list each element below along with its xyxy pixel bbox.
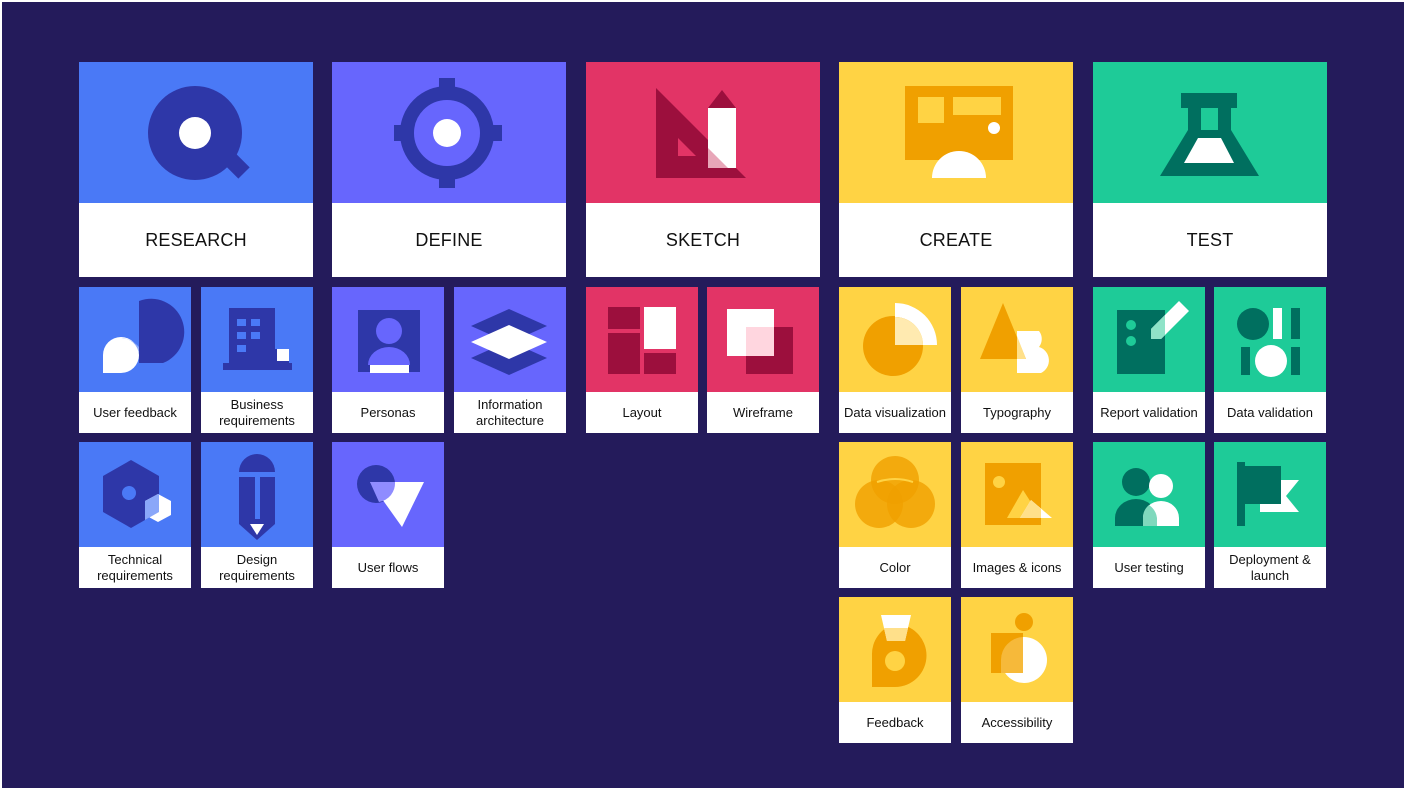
test-user-testing-tile[interactable]: User testing xyxy=(1093,442,1205,588)
building-icon xyxy=(223,308,292,370)
test-report-validation-tile[interactable]: Report validation xyxy=(1093,287,1205,433)
research-design-requirements-tile[interactable]: Design requirements xyxy=(201,442,313,588)
flow-shapes-icon xyxy=(357,465,424,527)
create-data-visualization-tile[interactable]: Data visualization xyxy=(839,287,951,433)
flask-icon xyxy=(1160,93,1259,176)
tile-label: Business requirements xyxy=(201,392,313,433)
stage-label: DEFINE xyxy=(332,203,566,277)
image-icon xyxy=(985,463,1052,525)
letter-shapes-icon xyxy=(980,303,1049,373)
tile-label: User feedback xyxy=(79,392,191,433)
tile-label: Design requirements xyxy=(201,547,313,588)
stage-sketch-tile[interactable]: SKETCH xyxy=(586,62,820,277)
research-user-feedback-tile[interactable]: User feedback xyxy=(79,287,191,433)
feedback-shape-icon xyxy=(871,615,927,687)
create-accessibility-tile[interactable]: Accessibility xyxy=(961,597,1073,743)
tile-label: Data validation xyxy=(1214,392,1326,433)
chat-bubbles-icon xyxy=(103,298,185,373)
app-background: RESEARCH DEFINE SKETCH CREATE TEST User … xyxy=(2,2,1404,788)
color-circles-icon xyxy=(855,456,935,528)
hexagon-icon xyxy=(103,460,171,528)
stage-test-tile[interactable]: TEST xyxy=(1093,62,1327,277)
define-user-flows-tile[interactable]: User flows xyxy=(332,442,444,588)
pencil-icon xyxy=(239,454,275,540)
magnifier-icon xyxy=(148,86,250,180)
sketch-wireframe-tile[interactable]: Wireframe xyxy=(707,287,819,433)
tile-label: Color xyxy=(839,547,951,588)
stage-label: SKETCH xyxy=(586,203,820,277)
create-images-icons-tile[interactable]: Images & icons xyxy=(961,442,1073,588)
tile-label: User testing xyxy=(1093,547,1205,588)
ruler-pencil-icon xyxy=(656,88,746,178)
define-information-architecture-tile[interactable]: Information architecture xyxy=(454,287,566,433)
tile-label: Layout xyxy=(586,392,698,433)
flag-icon xyxy=(1237,462,1299,526)
tile-label: Wireframe xyxy=(707,392,819,433)
overlapping-squares-icon xyxy=(727,309,793,374)
accessibility-icon xyxy=(991,613,1047,683)
stage-label: CREATE xyxy=(839,203,1073,277)
tile-label: Typography xyxy=(961,392,1073,433)
sketch-layout-tile[interactable]: Layout xyxy=(586,287,698,433)
layout-grid-icon xyxy=(608,307,676,374)
tile-label: Information architecture xyxy=(454,392,566,433)
research-business-requirements-tile[interactable]: Business requirements xyxy=(201,287,313,433)
report-check-icon xyxy=(1117,301,1189,374)
tile-label: Data visualization xyxy=(839,392,951,433)
users-icon xyxy=(1115,468,1179,526)
stage-label: RESEARCH xyxy=(79,203,313,277)
tile-label: Technical requirements xyxy=(79,547,191,588)
stage-define-tile[interactable]: DEFINE xyxy=(332,62,566,277)
presentation-board-icon xyxy=(905,86,1013,178)
tile-label: Deployment & launch xyxy=(1214,547,1326,588)
test-deployment-launch-tile[interactable]: Deployment & launch xyxy=(1214,442,1326,588)
stage-research-tile[interactable]: RESEARCH xyxy=(79,62,313,277)
tile-label: Images & icons xyxy=(961,547,1073,588)
define-personas-tile[interactable]: Personas xyxy=(332,287,444,433)
tile-label: Accessibility xyxy=(961,702,1073,743)
tile-label: Personas xyxy=(332,392,444,433)
create-typography-tile[interactable]: Typography xyxy=(961,287,1073,433)
tile-label: User flows xyxy=(332,547,444,588)
stage-create-tile[interactable]: CREATE xyxy=(839,62,1073,277)
person-card-icon xyxy=(358,310,420,373)
test-data-validation-tile[interactable]: Data validation xyxy=(1214,287,1326,433)
tile-label: Report validation xyxy=(1093,392,1205,433)
stage-label: TEST xyxy=(1093,203,1327,277)
target-icon xyxy=(394,78,502,188)
research-technical-requirements-tile[interactable]: Technical requirements xyxy=(79,442,191,588)
create-color-tile[interactable]: Color xyxy=(839,442,951,588)
pie-chart-icon xyxy=(863,303,937,376)
tile-label: Feedback xyxy=(839,702,951,743)
data-shapes-icon xyxy=(1237,308,1300,377)
create-feedback-tile[interactable]: Feedback xyxy=(839,597,951,743)
layers-icon xyxy=(471,309,547,375)
